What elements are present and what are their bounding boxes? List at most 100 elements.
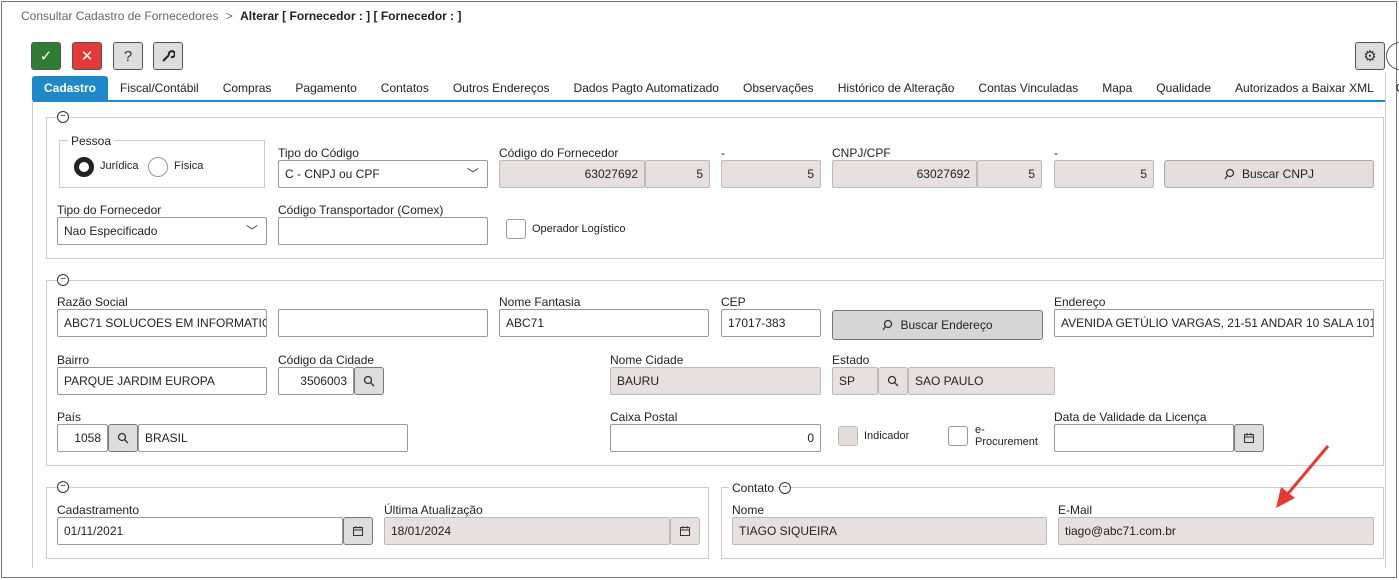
- tab-historico-alteracao[interactable]: Histórico de Alteração: [826, 76, 967, 101]
- breadcrumb-parent-link[interactable]: Consultar Cadastro de Fornecedores: [21, 9, 218, 23]
- caixa-postal-input[interactable]: 0: [610, 424, 821, 452]
- breadcrumb: Consultar Cadastro de Fornecedores > Alt…: [21, 9, 462, 23]
- search-refresh-icon: [882, 319, 893, 331]
- question-icon: ?: [123, 47, 133, 65]
- contato-legend-text: Contato: [732, 481, 775, 495]
- estado-label: Estado: [832, 353, 870, 367]
- search-refresh-icon: [1224, 168, 1235, 180]
- buscar-cnpj-button[interactable]: Buscar CNPJ: [1164, 160, 1374, 188]
- tab-pagamento[interactable]: Pagamento: [283, 76, 368, 101]
- tab-contatos[interactable]: Contatos: [369, 76, 441, 101]
- cadastramento-calendar-button[interactable]: [343, 517, 373, 545]
- contato-nome-label: Nome: [732, 503, 765, 517]
- caixa-postal-label: Caixa Postal: [610, 410, 678, 424]
- collapse-icon[interactable]: −: [779, 482, 791, 494]
- tipo-fornecedor-select[interactable]: Nao Especificado ﹀: [57, 217, 267, 245]
- collapse-icon[interactable]: −: [57, 274, 69, 286]
- search-icon: [363, 375, 375, 387]
- tab-overflow[interactable]: C: [1386, 76, 1399, 101]
- cep-input[interactable]: 17017-383: [721, 309, 821, 337]
- search-icon: [887, 375, 899, 387]
- settings-button[interactable]: ⚙: [1355, 42, 1385, 70]
- validade-licenca-calendar-button[interactable]: [1234, 424, 1264, 452]
- validade-licenca-input[interactable]: [1054, 424, 1234, 452]
- tab-autorizados-baixar-xml[interactable]: Autorizados a Baixar XML: [1223, 76, 1386, 101]
- pais-label: País: [57, 410, 82, 424]
- tipo-fornecedor-label: Tipo do Fornecedor: [57, 203, 162, 217]
- cadastramento-input[interactable]: 01/11/2021: [57, 517, 343, 545]
- tab-bar: Cadastro Fiscal/Contábil Compras Pagamen…: [32, 76, 1399, 101]
- nome-cidade-label: Nome Cidade: [610, 353, 684, 367]
- dash2-label: -: [1054, 146, 1058, 160]
- calendar-icon: [353, 526, 363, 536]
- dash1-label: -: [721, 146, 725, 160]
- operador-logistico-checkbox[interactable]: [506, 219, 526, 239]
- endereco-input[interactable]: AVENIDA GETÚLIO VARGAS, 21-51 ANDAR 10 S…: [1054, 309, 1374, 337]
- razao-social-input[interactable]: ABC71 SOLUCOES EM INFORMATICA: [57, 309, 267, 337]
- buscar-endereco-label: Buscar Endereço: [900, 318, 993, 332]
- juridica-radio[interactable]: [74, 157, 94, 177]
- fisica-radio[interactable]: [148, 157, 168, 177]
- codigo-cidade-input[interactable]: 3506003: [278, 367, 354, 395]
- codigo-fornecedor-suffix-field: 5: [645, 160, 710, 188]
- tipo-codigo-label: Tipo do Código: [278, 146, 359, 160]
- collapse-icon[interactable]: −: [57, 481, 69, 493]
- eprocurement-label: e- Procurement: [975, 424, 1038, 448]
- cnpj-label: CNPJ/CPF: [832, 146, 891, 160]
- operador-logistico-label: Operador Logístico: [532, 223, 626, 235]
- tab-fiscal-contabil[interactable]: Fiscal/Contábil: [108, 76, 211, 101]
- tipo-codigo-select[interactable]: C - CNPJ ou CPF ﹀: [278, 160, 488, 188]
- tipo-fornecedor-value: Nao Especificado: [64, 224, 158, 238]
- eprocurement-checkbox[interactable]: [948, 426, 968, 446]
- contato-email-label: E-Mail: [1058, 503, 1093, 517]
- nome-fantasia-label: Nome Fantasia: [499, 295, 581, 309]
- tab-outros-enderecos[interactable]: Outros Endereços: [441, 76, 562, 101]
- pais-search-button[interactable]: [108, 424, 138, 452]
- tipo-codigo-value: C - CNPJ ou CPF: [285, 167, 380, 181]
- pessoa-legend: Pessoa: [68, 134, 115, 148]
- content-left-border: [32, 100, 33, 568]
- close-icon: ✕: [80, 48, 94, 65]
- codigo-transportador-label: Código Transportador (Comex): [278, 203, 444, 217]
- tab-dados-pagto-automatizado[interactable]: Dados Pagto Automatizado: [562, 76, 731, 101]
- codigo-cidade-label: Código da Cidade: [278, 353, 375, 367]
- buscar-endereco-button[interactable]: Buscar Endereço: [832, 310, 1043, 340]
- razao-social-cont-input[interactable]: [278, 309, 488, 337]
- annotation-arrow-icon: [1276, 445, 1330, 508]
- endereco-label: Endereço: [1054, 295, 1106, 309]
- nome-fantasia-input[interactable]: ABC71: [499, 309, 709, 337]
- indicador-checkbox[interactable]: [838, 426, 858, 446]
- collapse-icon[interactable]: −: [57, 111, 69, 123]
- tab-underline: [32, 100, 1386, 102]
- eprocurement-label-line2: Procurement: [975, 436, 1038, 448]
- help-button[interactable]: ?: [113, 42, 143, 70]
- bairro-label: Bairro: [57, 353, 90, 367]
- confirm-button[interactable]: ✓: [31, 42, 61, 70]
- codigo-cidade-search-button[interactable]: [354, 367, 384, 395]
- tab-qualidade[interactable]: Qualidade: [1144, 76, 1223, 101]
- tools-button[interactable]: [153, 42, 183, 70]
- tab-contas-vinculadas[interactable]: Contas Vinculadas: [966, 76, 1090, 101]
- content-right-border: [1385, 72, 1386, 568]
- cancel-button[interactable]: ✕: [72, 42, 102, 70]
- tab-mapa[interactable]: Mapa: [1090, 76, 1144, 101]
- tab-compras[interactable]: Compras: [211, 76, 284, 101]
- indicador-label: Indicador: [864, 430, 910, 442]
- check-icon: ✓: [39, 48, 53, 65]
- contato-email-field: tiago@abc71.com.br: [1058, 517, 1374, 545]
- pais-codigo-input[interactable]: 1058: [57, 424, 108, 452]
- tab-cadastro[interactable]: Cadastro: [32, 76, 109, 101]
- tab-observacoes[interactable]: Observações: [731, 76, 826, 101]
- dash1-field: 5: [721, 160, 821, 188]
- razao-social-label: Razão Social: [57, 295, 128, 309]
- estado-nome-field: SAO PAULO: [908, 367, 1055, 395]
- wrench-icon: [162, 50, 175, 62]
- ultima-atualizacao-calendar-button[interactable]: [670, 517, 700, 545]
- chevron-down-icon: ﹀: [245, 224, 258, 238]
- calendar-icon: [1244, 433, 1254, 443]
- calendar-icon: [680, 526, 690, 536]
- search-icon: [117, 432, 129, 444]
- bairro-input[interactable]: PARQUE JARDIM EUROPA: [57, 367, 267, 395]
- codigo-transportador-input[interactable]: [278, 217, 488, 245]
- estado-search-button[interactable]: [878, 367, 908, 395]
